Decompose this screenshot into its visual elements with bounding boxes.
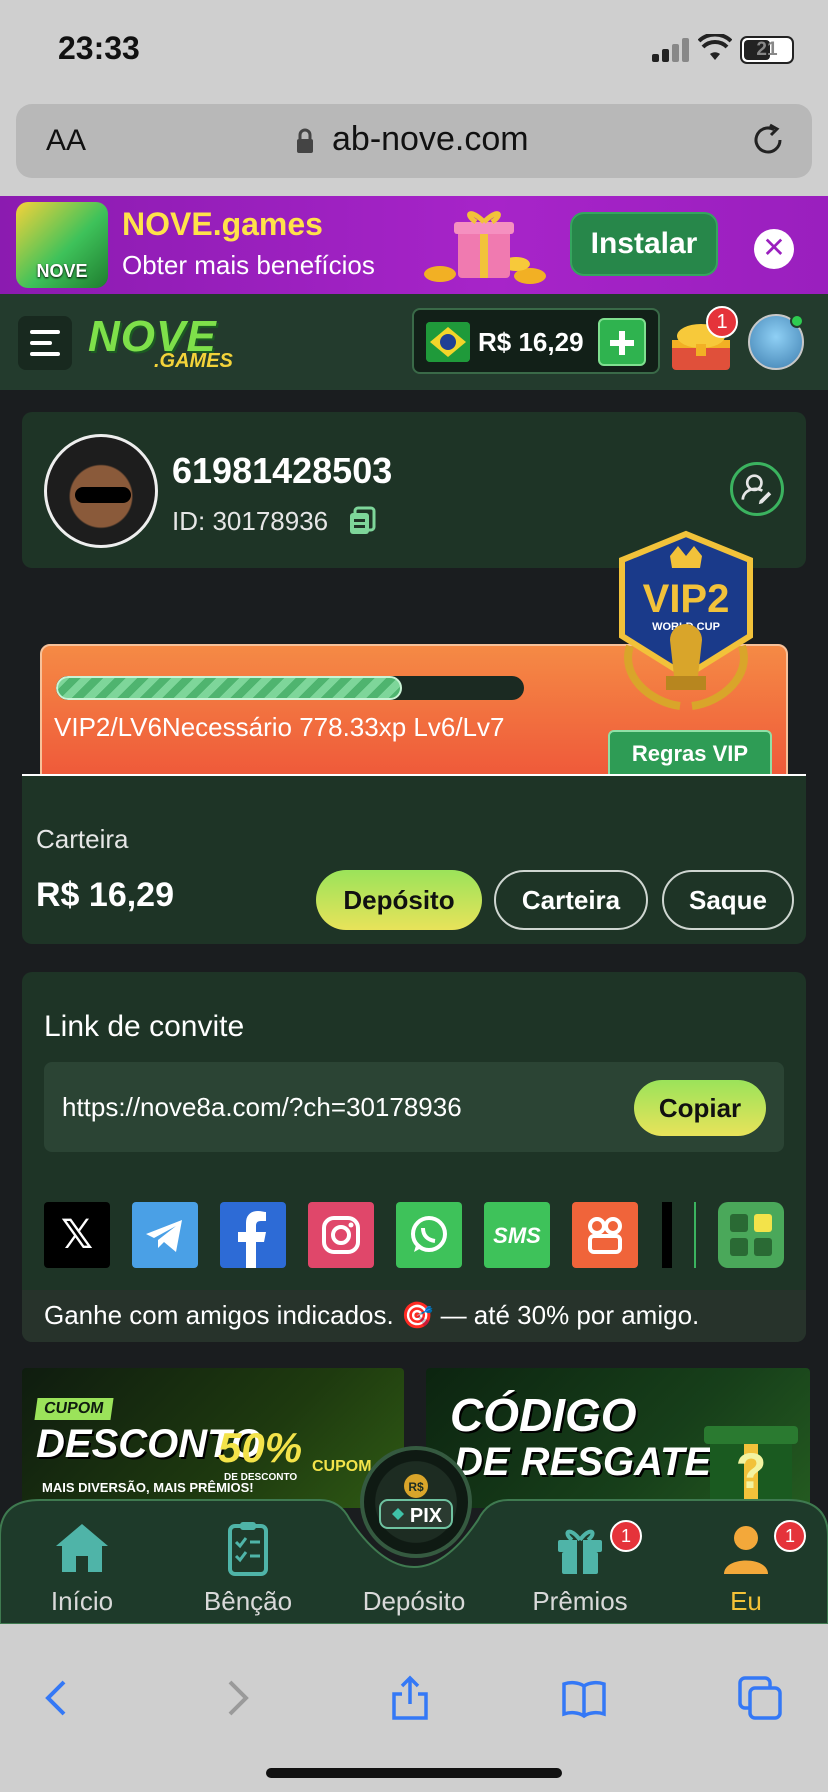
wallet-amount: R$ 16,29: [36, 876, 174, 914]
facebook-icon[interactable]: [220, 1202, 286, 1268]
coupon-percent: 50%: [218, 1424, 303, 1471]
wallet-button[interactable]: Carteira: [494, 870, 648, 930]
install-button[interactable]: Instalar: [570, 212, 718, 276]
status-time: 23:33: [58, 30, 140, 66]
battery-level: 21: [756, 39, 778, 60]
clipboard-icon: [228, 1522, 268, 1576]
coupon-tag: CUPOM: [34, 1398, 114, 1420]
vip-rules-button[interactable]: Regras VIP: [608, 730, 772, 778]
add-funds-button[interactable]: [598, 318, 646, 366]
prizes-badge: 1: [610, 1520, 642, 1552]
tabs-icon[interactable]: [736, 1674, 784, 1722]
home-indicator: [266, 1768, 562, 1778]
invite-footer-text: Ganhe com amigos indicados. 🎯 — até 30% …: [44, 1300, 700, 1330]
reader-settings-button[interactable]: AA: [46, 124, 86, 158]
vip-progress-bar: [56, 676, 524, 700]
code-title-line2: DE RESGATE: [454, 1440, 712, 1484]
invite-footer: Ganhe com amigos indicados. 🎯 — até 30% …: [22, 1290, 806, 1342]
user-id: ID: 30178936: [172, 506, 329, 536]
share-icon[interactable]: [386, 1674, 434, 1722]
kwai-icon[interactable]: [572, 1202, 638, 1268]
coupon-promo-banner[interactable]: CUPOM DESCONTO MAIS DIVERSÃO, MAIS PRÊMI…: [22, 1368, 404, 1508]
svg-text:SMS: SMS: [493, 1223, 541, 1248]
pix-icon: R$ PIX: [379, 1474, 453, 1529]
battery-icon: 21: [740, 36, 794, 64]
wallet-label: Carteira: [36, 824, 129, 854]
bookmarks-icon[interactable]: [560, 1674, 608, 1722]
signal-icon: [652, 36, 692, 62]
app-header: NOVE .GAMES R$ 16,29: [0, 294, 828, 390]
vip-level-text: VIP2/LV6Necessário 778.33xp Lv6/Lv7: [54, 712, 505, 742]
nav-blessing[interactable]: Bênção: [178, 1518, 318, 1617]
whatsapp-icon[interactable]: [396, 1202, 462, 1268]
status-bar: 23:33 21: [0, 0, 828, 96]
browser-address-bar: AA ab-nove.com: [0, 96, 828, 196]
share-more-edge: [662, 1202, 672, 1268]
balance-amount: R$ 16,29: [478, 327, 584, 357]
code-title-line1: CÓDIGO: [450, 1389, 637, 1441]
banner-title: NOVE.games: [122, 206, 323, 242]
nav-prizes[interactable]: Prêmios 1: [510, 1518, 650, 1617]
forward-icon[interactable]: [212, 1674, 260, 1722]
edit-profile-icon[interactable]: [730, 462, 784, 516]
coupon-percent-sub: DE DESCONTO: [224, 1472, 298, 1483]
gift-icon: [558, 1529, 602, 1574]
vip-badge-title: VIP2: [643, 577, 730, 621]
divider: [694, 1202, 696, 1268]
coupon-subtitle: MAIS DIVERSÃO, MAIS PRÊMIOS!: [42, 1480, 254, 1495]
pix-deposit-button[interactable]: R$ PIX: [360, 1446, 472, 1558]
close-banner-button[interactable]: ✕: [754, 229, 794, 269]
home-icon: [56, 1524, 108, 1572]
svg-text:?: ?: [736, 1443, 767, 1499]
profile-avatar[interactable]: [44, 434, 158, 548]
invite-title: Link de convite: [44, 1010, 245, 1043]
online-status-dot: [790, 314, 804, 328]
browser-toolbar: [0, 1624, 828, 1792]
svg-text:R$: R$: [408, 1480, 424, 1494]
invite-link: https://nove8a.com/?ch=30178936: [62, 1092, 462, 1122]
wifi-icon: [698, 34, 732, 60]
username: 61981428503: [172, 450, 393, 491]
invite-card: Link de convite https://nove8a.com/?ch=3…: [22, 972, 806, 1342]
more-apps-icon[interactable]: [718, 1202, 784, 1268]
nav-home[interactable]: Início: [12, 1518, 152, 1617]
url-text: ab-nove.com: [332, 120, 529, 158]
withdraw-button[interactable]: Saque: [662, 870, 794, 930]
pix-label: PIX: [410, 1505, 443, 1527]
mystery-gift-icon: ?: [704, 1426, 798, 1508]
app-logo[interactable]: NOVE .GAMES: [88, 312, 268, 374]
reload-icon[interactable]: [750, 122, 786, 158]
invite-link-box: https://nove8a.com/?ch=30178936 Copiar: [44, 1062, 784, 1152]
banner-subtitle: Obter mais benefícios: [122, 250, 375, 280]
menu-button[interactable]: [18, 316, 72, 370]
install-app-banner: NOVE NOVE.games Obter mais benefícios In…: [0, 196, 828, 294]
user-icon: [724, 1526, 768, 1574]
gift-coins-icon: [424, 211, 546, 284]
header-balance: R$ 16,29: [412, 308, 660, 374]
wallet-card: Carteira R$ 16,29 Depósito Carteira Saqu…: [22, 776, 806, 944]
copy-link-button[interactable]: Copiar: [634, 1080, 766, 1136]
sms-icon[interactable]: SMS: [484, 1202, 550, 1268]
instagram-icon[interactable]: [308, 1202, 374, 1268]
treasure-badge: 1: [706, 306, 738, 338]
redeem-code-promo-banner[interactable]: CÓDIGO DE RESGATE ?: [426, 1368, 810, 1508]
coupon-label: CUPOM: [312, 1458, 372, 1475]
vip-badge: VIP2 WORLD CUP: [619, 530, 753, 710]
nav-me[interactable]: Eu 1: [676, 1518, 816, 1617]
banner-app-logo: NOVE: [16, 202, 108, 288]
url-field[interactable]: AA ab-nove.com: [16, 104, 812, 178]
vip-progress-fill: [56, 676, 403, 700]
brazil-flag-icon: [426, 322, 470, 362]
telegram-icon[interactable]: [132, 1202, 198, 1268]
me-badge: 1: [774, 1520, 806, 1552]
back-icon[interactable]: [34, 1674, 82, 1722]
x-icon[interactable]: 𝕏: [44, 1202, 110, 1268]
deposit-button[interactable]: Depósito: [316, 870, 482, 930]
copy-icon[interactable]: [348, 506, 376, 536]
lock-icon: [297, 128, 313, 153]
